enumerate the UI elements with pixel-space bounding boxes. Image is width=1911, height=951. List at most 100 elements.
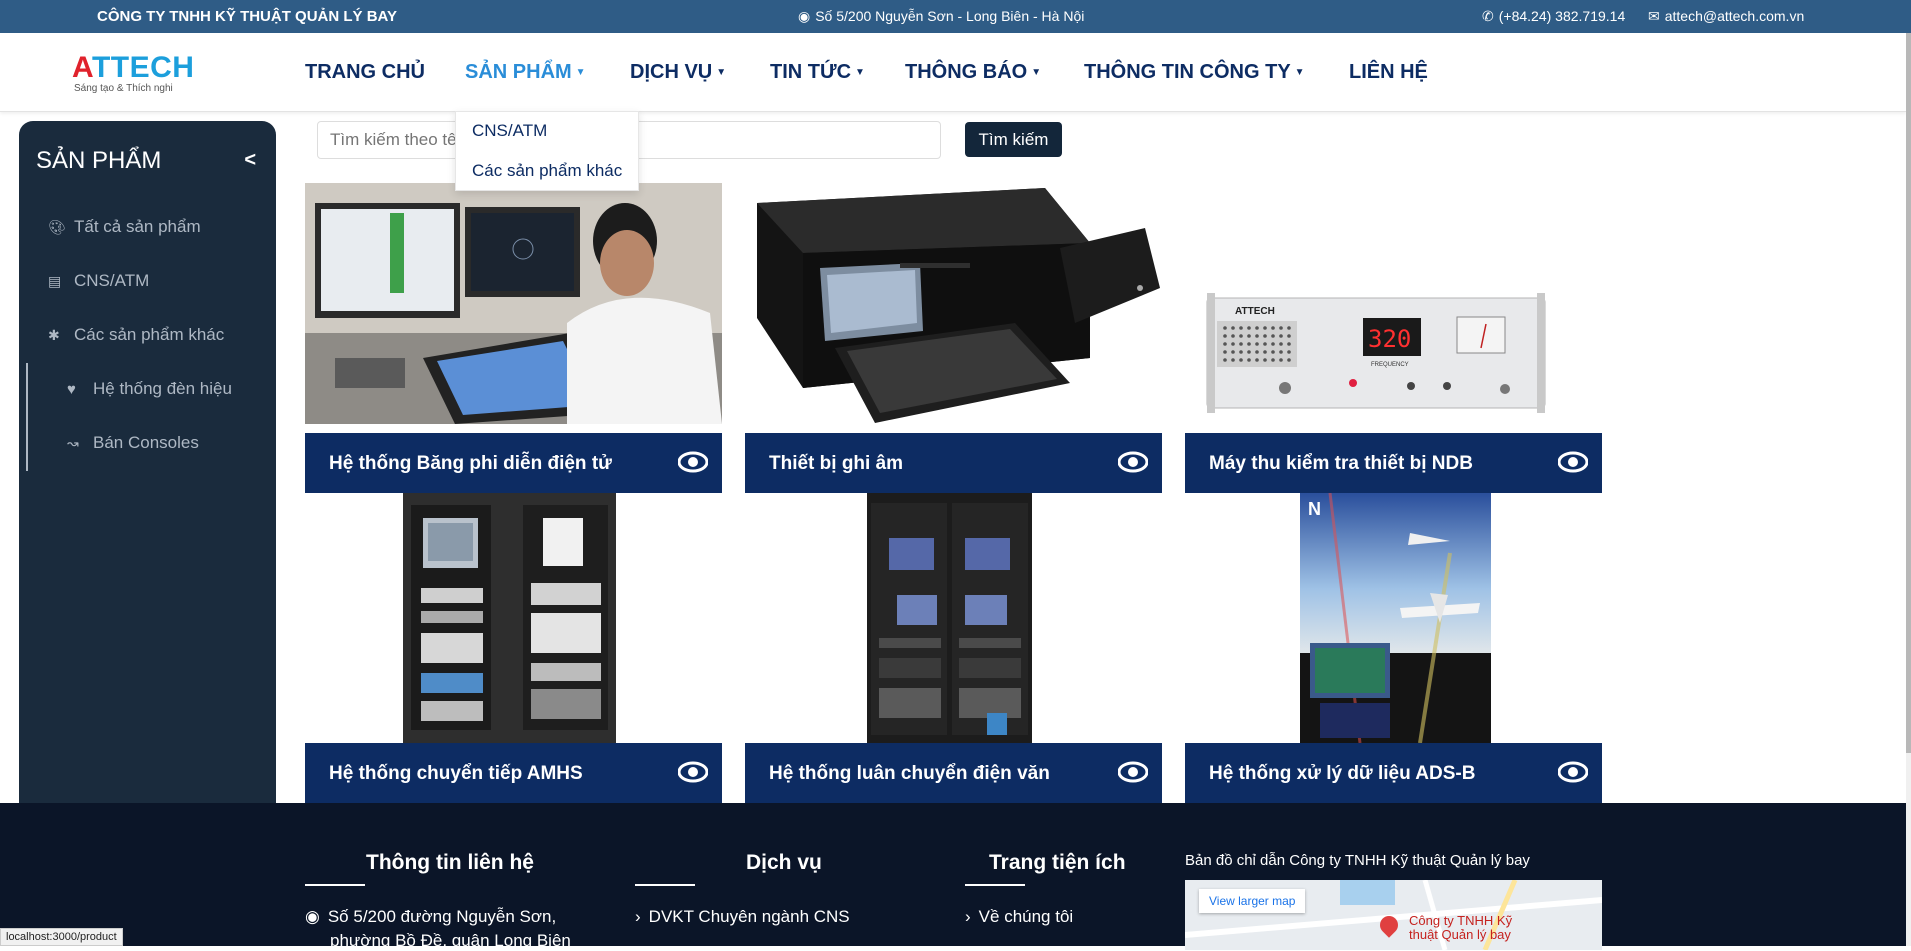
map-marker-icon: ◉ [305, 907, 320, 926]
dropdown-item-cns-atm[interactable]: CNS/ATM [472, 121, 547, 141]
ads-b-illustration: N [1300, 493, 1491, 743]
search-button[interactable]: Tìm kiếm [965, 122, 1062, 157]
product-title: Thiết bị ghi âm [769, 453, 904, 474]
palette-icon: 🎨︎ [48, 219, 66, 235]
scrollbar-thumb[interactable] [1906, 33, 1911, 753]
logo-letter-a: A [72, 51, 92, 84]
product-card-amhs[interactable]: Hệ thống chuyển tiếp AMHS [305, 743, 722, 803]
sidebar-subitem-beacon-system[interactable]: ♥ Hệ thống đèn hiệu [67, 379, 232, 399]
sidebar-item-other-products[interactable]: ✱ Các sản phẩm khác [48, 325, 224, 345]
caret-down-icon: ▼ [855, 67, 865, 79]
email-info[interactable]: ✉ attech@attech.com.vn [1648, 8, 1804, 25]
sidebar-item-label: CNS/ATM [74, 271, 150, 290]
eye-icon[interactable] [1558, 760, 1588, 784]
phone-info[interactable]: ✆ (+84.24) 382.719.14 [1482, 8, 1625, 25]
footer-utility-label: Về chúng tôi [978, 907, 1074, 926]
map-place-label: Công ty TNHH Kỹ thuật Quản lý bay [1409, 914, 1512, 942]
email-text[interactable]: attech@attech.com.vn [1665, 8, 1805, 24]
sidebar-subnav-line [26, 363, 28, 471]
eye-icon[interactable] [1118, 450, 1148, 474]
nav-services-label: DỊCH VỤ [630, 61, 713, 83]
product-title: Hệ thống xử lý dữ liệu ADS-B [1209, 763, 1476, 784]
recorder-photo [757, 188, 1160, 423]
product-image-message-switching[interactable] [867, 493, 1032, 743]
footer-service-label: DVKT Chuyên ngành CNS [648, 907, 850, 926]
logo[interactable]: ATTECH Sáng tạo & Thích nghi [72, 51, 194, 94]
footer-address-line1: Số 5/200 đường Nguyễn Sơn, [327, 907, 557, 926]
sidebar-title: SẢN PHẨM [36, 147, 162, 174]
nav-company-info[interactable]: THÔNG TIN CÔNG TY ▼ [1084, 61, 1305, 84]
envelope-icon: ✉ [1648, 8, 1660, 24]
product-image-recorder[interactable] [745, 183, 1162, 428]
product-card-ndb-receiver[interactable]: Máy thu kiểm tra thiết bị NDB [1185, 433, 1602, 493]
eye-icon[interactable] [678, 760, 708, 784]
amhs-rack-photo [403, 493, 616, 743]
page-scrollbar[interactable] [1906, 33, 1911, 946]
caret-down-icon: ▼ [716, 67, 727, 79]
embedded-map[interactable]: View larger map Công ty TNHH Kỹ thuật Quả… [1185, 880, 1602, 950]
eye-icon[interactable] [1558, 450, 1588, 474]
nav-services[interactable]: DỊCH VỤ ▼ [630, 61, 726, 84]
chart-line-icon: ↝ [67, 435, 79, 451]
nav-notices-label: THÔNG BÁO [905, 61, 1028, 83]
footer-divider [635, 884, 695, 886]
sidebar-item-label: Các sản phẩm khác [74, 325, 225, 344]
product-image-ndb-receiver[interactable]: ATTECH 320 FREQUENCY [1185, 183, 1602, 428]
nav-home[interactable]: TRANG CHỦ [305, 61, 425, 84]
footer-utility-link[interactable]: › Về chúng tôi [965, 907, 1073, 927]
address-info: ◉ Số 5/200 Nguyễn Sơn - Long Biên - Hà Nộ… [798, 8, 1084, 25]
product-card-recorder[interactable]: Thiết bị ghi âm [745, 433, 1162, 493]
site-footer: Thông tin liên hệ ◉ Số 5/200 đường Nguyễn… [0, 803, 1911, 950]
eye-icon[interactable] [1118, 760, 1148, 784]
chevron-right-icon: › [965, 907, 971, 926]
map-place-line1: Công ty TNHH Kỹ [1409, 913, 1513, 928]
dropdown-item-other-products[interactable]: Các sản phẩm khác [472, 161, 622, 181]
footer-divider [965, 884, 1025, 886]
products-dropdown: CNS/ATM Các sản phẩm khác [455, 111, 639, 191]
ndb-frequency-display: 320 [1368, 325, 1411, 353]
product-title: Hệ thống luân chuyển điện văn [769, 763, 1050, 784]
sidebar-collapse-button[interactable]: < [244, 149, 256, 172]
nav-notices[interactable]: THÔNG BÁO ▼ [905, 61, 1041, 84]
pin-icon: ✱ [48, 327, 60, 343]
nav-news[interactable]: TIN TỨC ▼ [770, 61, 865, 84]
main-navbar: ATTECH Sáng tạo & Thích nghi TRANG CHỦ S… [0, 33, 1906, 112]
browser-status-url: localhost:3000/product [0, 928, 123, 946]
ndb-frequency-label: FREQUENCY [1371, 362, 1409, 368]
footer-contact-address: ◉ Số 5/200 đường Nguyễn Sơn, [305, 907, 556, 927]
chevron-right-icon: › [635, 907, 641, 926]
operator-photo [305, 183, 722, 424]
product-card-message-switching[interactable]: Hệ thống luân chuyển điện văn [745, 743, 1162, 803]
map-marker-icon: ◉ [798, 8, 811, 24]
product-title: Hệ thống Băng phi diễn điện tử [329, 453, 612, 474]
footer-service-link[interactable]: › DVKT Chuyên ngành CNS [635, 907, 850, 927]
sidebar-subitem-consoles[interactable]: ↝ Bán Consoles [67, 433, 199, 453]
address-text: Số 5/200 Nguyễn Sơn - Long Biên - Hà Nội [815, 8, 1085, 24]
message-switching-rack-photo [867, 493, 1032, 743]
product-image-amhs[interactable] [403, 493, 616, 743]
sidebar-subitem-label: Bán Consoles [93, 433, 199, 452]
product-sidebar: SẢN PHẨM < 🎨︎ Tất cả sản phẩm ▤ CNS/ATM ✱ C… [19, 121, 276, 811]
nav-news-label: TIN TỨC [770, 61, 852, 83]
nav-products[interactable]: SẢN PHẨM ▼ [465, 61, 586, 84]
heart-icon: ♥ [67, 381, 76, 398]
product-card-electronic-strip[interactable]: Hệ thống Băng phi diễn điện tử [305, 433, 722, 493]
product-title: Hệ thống chuyển tiếp AMHS [329, 763, 583, 784]
phone-text[interactable]: (+84.24) 382.719.14 [1499, 8, 1626, 24]
map-label: Bản đồ chỉ dẫn Công ty TNHH Kỹ thuật Quả… [1185, 852, 1530, 869]
phone-icon: ✆ [1482, 8, 1494, 24]
sidebar-item-all-products[interactable]: 🎨︎ Tất cả sản phẩm [48, 217, 201, 237]
view-larger-map-link[interactable]: View larger map [1199, 889, 1306, 913]
product-card-ads-b[interactable]: Hệ thống xử lý dữ liệu ADS-B [1185, 743, 1602, 803]
ads-b-badge: N [1308, 499, 1321, 519]
sidebar-item-label: Tất cả sản phẩm [74, 217, 201, 236]
caret-down-icon: ▼ [575, 67, 586, 79]
product-image-ads-b[interactable]: N [1300, 493, 1491, 743]
footer-divider [305, 884, 365, 886]
eye-icon[interactable] [678, 450, 708, 474]
sidebar-item-cns-atm[interactable]: ▤ CNS/ATM [48, 271, 149, 291]
nav-contact[interactable]: LIÊN HỆ [1349, 61, 1428, 84]
map-place-line2: thuật Quản lý bay [1409, 927, 1511, 942]
footer-contact-heading: Thông tin liên hệ [366, 851, 534, 874]
product-image-electronic-strip[interactable] [305, 183, 722, 424]
